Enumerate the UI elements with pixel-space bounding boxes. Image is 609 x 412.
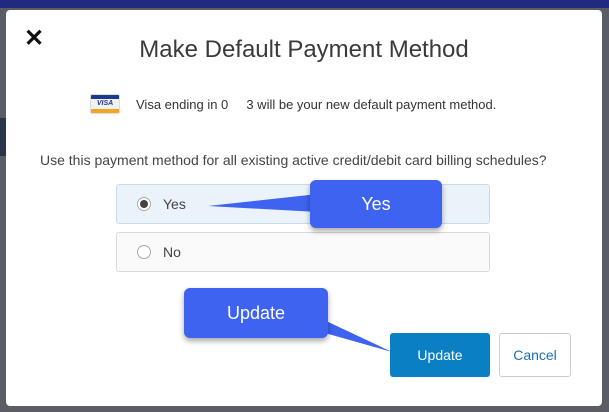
page-top-bar bbox=[0, 0, 609, 8]
card-message: Visa ending in 0 3 will be your new defa… bbox=[136, 96, 497, 112]
modal-title: Make Default Payment Method bbox=[139, 36, 469, 63]
radio-yes[interactable] bbox=[137, 197, 151, 211]
callout-yes: Yes bbox=[310, 180, 442, 228]
radio-no[interactable] bbox=[137, 245, 151, 259]
default-payment-modal: ✕ Make Default Payment Method VISA Visa … bbox=[6, 10, 602, 406]
cancel-button[interactable]: Cancel bbox=[499, 333, 571, 377]
schedule-question: Use this payment method for all existing… bbox=[40, 152, 547, 168]
option-no-label: No bbox=[163, 244, 181, 260]
card-info: VISA Visa ending in 0 3 will be your new… bbox=[90, 94, 496, 114]
visa-card-icon: VISA bbox=[90, 94, 120, 114]
option-no[interactable]: No bbox=[116, 232, 490, 272]
update-button[interactable]: Update bbox=[390, 333, 490, 377]
callout-update: Update bbox=[184, 288, 328, 338]
option-yes-label: Yes bbox=[163, 196, 186, 212]
